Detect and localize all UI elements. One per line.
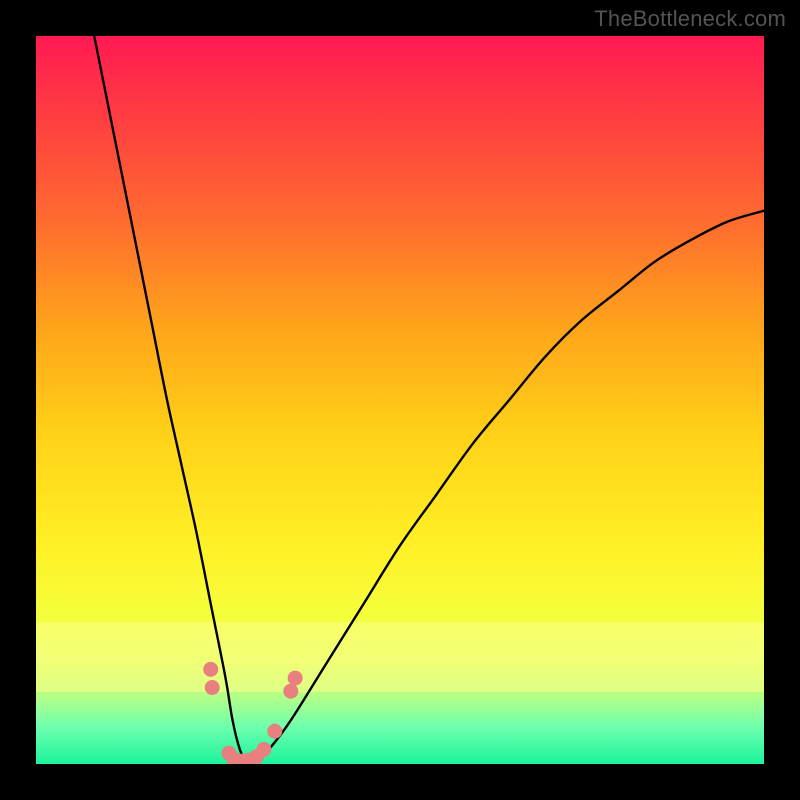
watermark-text: TheBottleneck.com bbox=[594, 6, 786, 32]
data-markers bbox=[36, 36, 764, 764]
data-marker bbox=[256, 742, 271, 757]
data-marker bbox=[283, 684, 298, 699]
data-marker bbox=[267, 724, 282, 739]
data-marker bbox=[203, 662, 218, 677]
data-marker bbox=[205, 680, 220, 695]
chart-plot-area bbox=[36, 36, 764, 764]
data-marker bbox=[288, 671, 303, 686]
